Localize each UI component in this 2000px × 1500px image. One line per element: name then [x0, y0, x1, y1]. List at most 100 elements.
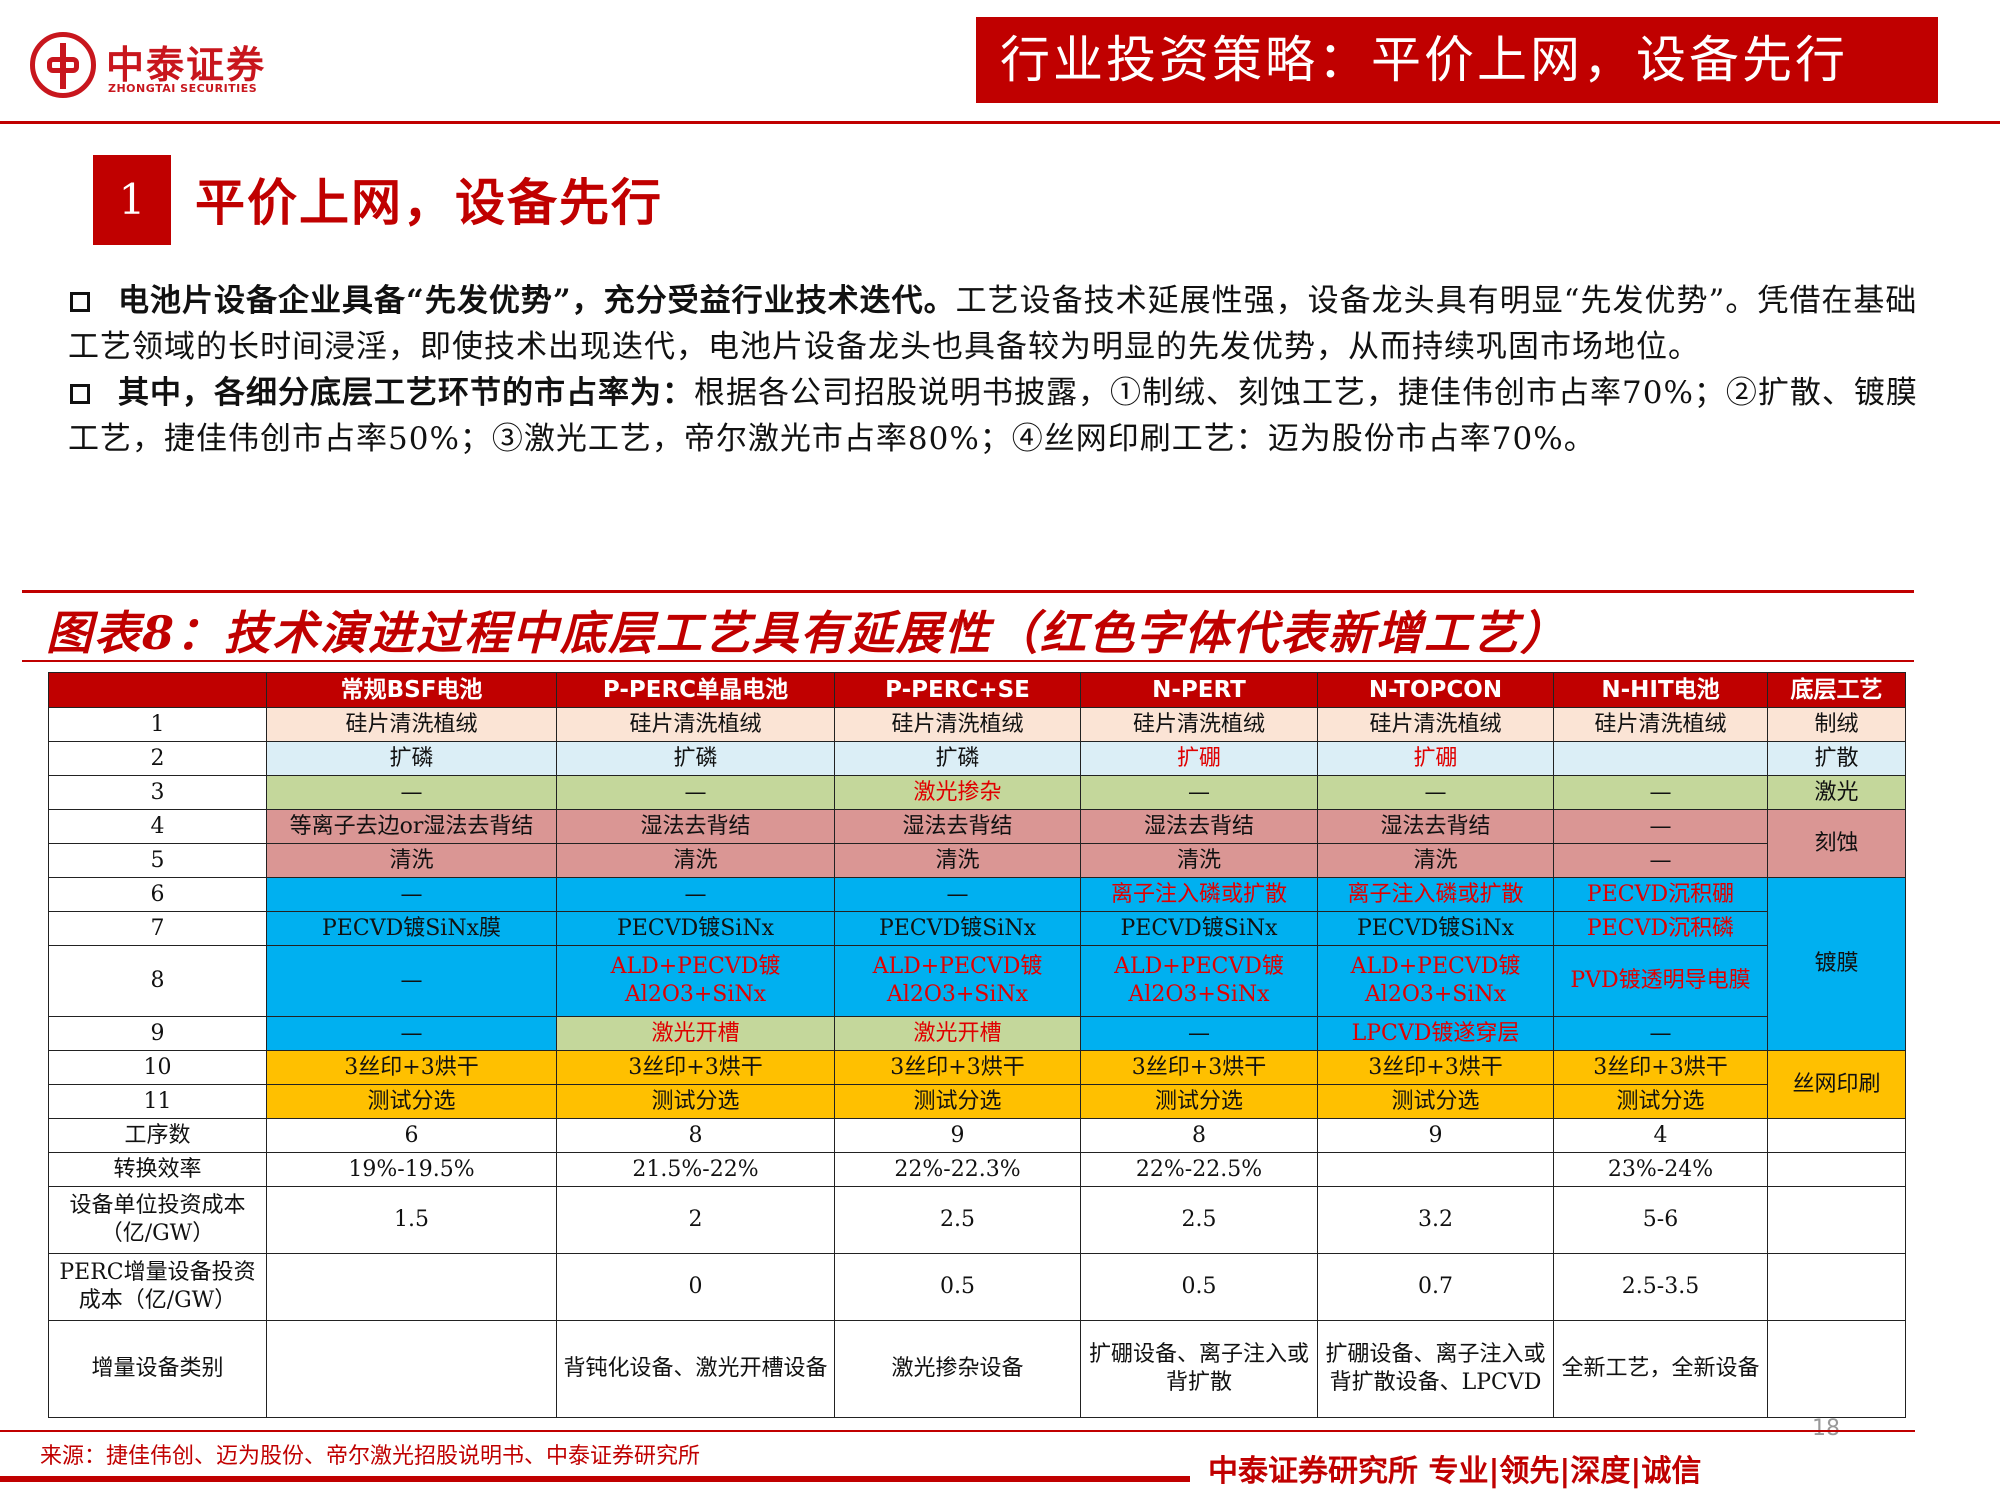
step-number: 1 [48, 707, 267, 742]
table-cell: 等离子去边or湿法去背结 [266, 809, 557, 844]
summary-row-efficiency: 转换效率 19%-19.5% 21.5%-22% 22%-22.3% 22%-2… [48, 1152, 1906, 1187]
table-cell-new: PVD镀透明导电膜 [1553, 945, 1768, 1017]
table-cell-new: 激光开槽 [834, 1016, 1081, 1051]
step-number: 8 [48, 945, 267, 1017]
source-note: 来源：捷佳伟创、迈为股份、帝尔激光招股说明书、中泰证券研究所 [40, 1444, 701, 1469]
figure-rule-bottom [22, 660, 1914, 662]
table-cell: 测试分选 [556, 1084, 835, 1119]
logo-name-cn: 中泰证券 [106, 43, 267, 87]
table-cell: 清洗 [266, 843, 557, 878]
table-cell: 3丝印+3烘干 [1553, 1050, 1768, 1085]
row-label: 工序数 [48, 1118, 267, 1153]
table-cell: — [1080, 1016, 1318, 1051]
page-number: 18 [1812, 1416, 1840, 1441]
table-cell: 湿法去背结 [556, 809, 835, 844]
table-cell: 硅片清洗植绒 [1080, 707, 1318, 742]
process-category: 刻蚀 [1767, 809, 1906, 878]
table-cell: 测试分选 [834, 1084, 1081, 1119]
table-cell [1767, 1186, 1906, 1254]
table-cell: 清洗 [834, 843, 1081, 878]
footer-rule [0, 1430, 1915, 1432]
table-cell: 激光掺杂设备 [834, 1320, 1081, 1418]
table-cell: 扩磷 [556, 741, 835, 776]
table-cell: 0.5 [834, 1253, 1081, 1321]
table-cell: 2.5 [1080, 1186, 1318, 1254]
table-row: 8 — ALD+PECVD镀Al2O3+SiNx ALD+PECVD镀Al2O3… [48, 945, 1906, 1017]
process-category: 镀膜 [1767, 877, 1906, 1051]
checkbox-square-icon [70, 292, 90, 312]
table-row: 10 3丝印+3烘干 3丝印+3烘干 3丝印+3烘干 3丝印+3烘干 3丝印+3… [48, 1050, 1906, 1119]
row-label: PERC增量设备投资成本（亿/GW） [48, 1253, 267, 1321]
summary-row-steps: 工序数 6 8 9 8 9 4 [48, 1118, 1906, 1153]
table-cell [1317, 1152, 1554, 1187]
table-cell: 测试分选 [1080, 1084, 1318, 1119]
table-cell-new: 离子注入磷或扩散 [1317, 877, 1554, 912]
table-row: 7 PECVD镀SiNx膜 PECVD镀SiNx PECVD镀SiNx PECV… [48, 911, 1906, 946]
table-cell-new: ALD+PECVD镀Al2O3+SiNx [1317, 945, 1554, 1017]
table-cell: 23%-24% [1553, 1152, 1768, 1187]
table-cell: 2.5-3.5 [1553, 1253, 1768, 1321]
table-cell: 硅片清洗植绒 [834, 707, 1081, 742]
table-cell: 3.2 [1317, 1186, 1554, 1254]
figure-title: 图表8：技术演进过程中底层工艺具有延展性（红色字体代表新增工艺） [46, 606, 1569, 660]
table-cell [1767, 1253, 1906, 1321]
table-cell-new: 激光掺杂 [834, 775, 1081, 810]
company-logo: 中泰证券 ZHONGTAI SECURITIES [30, 32, 290, 102]
table-cell: 0.5 [1080, 1253, 1318, 1321]
table-cell-new: PECVD沉积硼 [1553, 877, 1768, 912]
table-cell: 3丝印+3烘干 [1080, 1050, 1318, 1085]
table-row: 11 测试分选 测试分选 测试分选 测试分选 测试分选 测试分选 [48, 1084, 1906, 1119]
table-cell: — [266, 945, 557, 1017]
process-table: 常规BSF电池 P-PERC单晶电池 P-PERC+SE N-PERT N-TO… [48, 672, 1906, 1418]
header-cell: 常规BSF电池 [266, 672, 557, 708]
table-cell: 22%-22.3% [834, 1152, 1081, 1187]
bullet-bold: 其中，各细分底层工艺环节的市占率为： [118, 375, 694, 411]
table-cell: 扩磷 [266, 741, 557, 776]
table-row: 9 — 激光开槽 激光开槽 — LPCVD镀遂穿层 — [48, 1016, 1906, 1051]
table-cell: 5-6 [1553, 1186, 1768, 1254]
table-cell: 扩硼设备、离子注入或背扩散 [1080, 1320, 1318, 1418]
step-number: 5 [48, 843, 267, 878]
summary-row-cost: 设备单位投资成本（亿/GW） 1.5 2 2.5 2.5 3.2 5-6 [48, 1186, 1906, 1254]
row-label: 转换效率 [48, 1152, 267, 1187]
header-divider [0, 121, 2000, 124]
table-cell: 扩磷 [834, 741, 1081, 776]
table-cell: 扩硼设备、离子注入或背扩散设备、LPCVD [1317, 1320, 1554, 1418]
table-cell [1767, 1152, 1906, 1187]
header-cell: P-PERC单晶电池 [556, 672, 835, 708]
table-cell: — [1317, 775, 1554, 810]
table-cell: 22%-22.5% [1080, 1152, 1318, 1187]
bullet-item: 电池片设备企业具备“先发优势”，充分受益行业技术迭代。工艺设备技术延展性强，设备… [68, 278, 1938, 370]
row-label: 增量设备类别 [48, 1320, 267, 1418]
step-number: 2 [48, 741, 267, 776]
table-cell-new: 扩硼 [1080, 741, 1318, 776]
table-cell: 0.7 [1317, 1253, 1554, 1321]
step-number: 7 [48, 911, 267, 946]
table-cell: 0 [556, 1253, 835, 1321]
table-cell [1767, 1320, 1906, 1418]
table-row: 1 硅片清洗植绒 硅片清洗植绒 硅片清洗植绒 硅片清洗植绒 硅片清洗植绒 硅片清… [48, 707, 1906, 742]
table-cell: 3丝印+3烘干 [834, 1050, 1081, 1085]
table-cell: — [266, 1016, 557, 1051]
table-cell: 湿法去背结 [1080, 809, 1318, 844]
table-cell: 清洗 [1317, 843, 1554, 878]
step-number: 6 [48, 877, 267, 912]
table-cell: — [1553, 843, 1768, 878]
figure-rule-top [22, 590, 1914, 593]
header-banner: 行业投资策略：平价上网，设备先行 [976, 17, 1938, 103]
table-cell-new: PECVD沉积磷 [1553, 911, 1768, 946]
table-cell: 测试分选 [266, 1084, 557, 1119]
table-row: 4 等离子去边or湿法去背结 湿法去背结 湿法去背结 湿法去背结 湿法去背结 —… [48, 809, 1906, 878]
table-cell: 2.5 [834, 1186, 1081, 1254]
table-cell: PECVD镀SiNx [834, 911, 1081, 946]
table-cell-new: 激光开槽 [556, 1016, 835, 1051]
process-category: 制绒 [1767, 707, 1906, 742]
table-row: 3 — — 激光掺杂 — — — 激光 [48, 775, 1906, 810]
table-cell: 2 [556, 1186, 835, 1254]
table-cell: 硅片清洗植绒 [1317, 707, 1554, 742]
table-cell: — [1080, 775, 1318, 810]
table-cell [1767, 1118, 1906, 1153]
summary-row-equipment-category: 增量设备类别 背钝化设备、激光开槽设备 激光掺杂设备 扩硼设备、离子注入或背扩散… [48, 1320, 1906, 1418]
table-cell: — [1553, 1016, 1768, 1051]
logo-name-en: ZHONGTAI SECURITIES [108, 82, 258, 95]
